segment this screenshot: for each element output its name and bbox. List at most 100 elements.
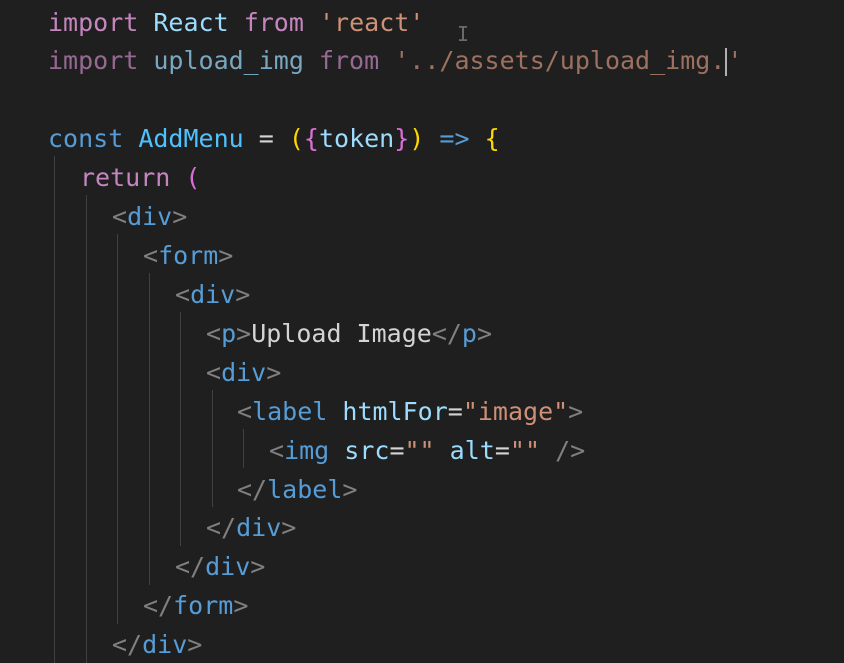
code-line[interactable]: <div> [175, 275, 250, 314]
code-token: div [127, 202, 173, 231]
code-token: > [236, 319, 252, 348]
code-token: token [318, 124, 395, 153]
indent-guide [117, 234, 118, 624]
code-token: import [48, 46, 139, 75]
code-token: "" [509, 436, 540, 465]
code-token: from [318, 46, 380, 75]
code-token: upload_img [153, 46, 304, 75]
code-token: > [250, 552, 266, 581]
code-line[interactable]: </div> [175, 547, 265, 586]
code-token: < [112, 202, 128, 231]
code-token: < [143, 241, 159, 270]
code-token: > [218, 241, 234, 270]
code-token: </ [175, 552, 206, 581]
code-line[interactable]: <form> [143, 236, 233, 275]
code-token: div [205, 552, 251, 581]
indent-guide [243, 429, 244, 468]
code-token: form [173, 591, 234, 620]
code-token: '../assets/upload_img. [394, 46, 726, 75]
code-line[interactable]: <div> [112, 197, 187, 236]
code-token: < [206, 358, 222, 387]
code-token: p [461, 319, 477, 348]
code-token: </ [143, 591, 174, 620]
code-line[interactable]: <div> [206, 353, 281, 392]
code-line[interactable]: </form> [143, 586, 248, 625]
code-token: < [269, 436, 285, 465]
code-line[interactable]: <p>Upload Image</p> [206, 314, 492, 353]
code-token: > [266, 358, 282, 387]
code-token: ( [288, 124, 304, 153]
code-line[interactable]: import upload_img from '../assets/upload… [48, 41, 742, 80]
code-token: > [172, 202, 188, 231]
code-line[interactable]: </div> [112, 625, 202, 663]
code-token: return [80, 163, 171, 192]
code-token: = [243, 124, 289, 153]
code-token: { [303, 124, 319, 153]
code-token: div [221, 358, 267, 387]
indent-guide [212, 390, 213, 507]
code-token: htmlFor [342, 397, 448, 426]
code-token: React [153, 8, 229, 37]
code-token: alt [449, 436, 495, 465]
code-token: = [447, 397, 463, 426]
indent-guide [86, 195, 87, 663]
code-editor[interactable]: I import React from 'react' import upload… [0, 0, 844, 663]
code-token: > [187, 630, 203, 659]
code-line[interactable]: </div> [206, 508, 296, 547]
code-token: => [439, 124, 470, 153]
code-token: ' [727, 46, 743, 75]
code-line[interactable]: <label htmlFor="image"> [237, 392, 583, 431]
code-token: > [235, 280, 251, 309]
code-token: img [284, 436, 330, 465]
code-token: < [206, 319, 222, 348]
code-token: import [48, 8, 139, 37]
code-token: ( [185, 163, 201, 192]
code-token: > [233, 591, 249, 620]
code-token: div [142, 630, 188, 659]
code-token: from [243, 8, 304, 37]
code-token: < [237, 397, 253, 426]
code-token: /> [555, 436, 586, 465]
code-line[interactable]: import React from 'react' [48, 3, 424, 42]
code-token: = [389, 436, 405, 465]
code-token: p [221, 319, 237, 348]
code-token: < [175, 280, 191, 309]
code-line[interactable]: return ( [80, 158, 200, 197]
code-token: = [494, 436, 510, 465]
indent-guide [54, 156, 55, 663]
code-token: const [48, 124, 124, 153]
indent-guide [180, 312, 181, 546]
code-line[interactable]: <img src="" alt="" /> [269, 431, 585, 470]
code-line[interactable]: const AddMenu = ({token}) => { [48, 119, 500, 158]
code-token: </ [431, 319, 462, 348]
indent-guide [149, 273, 150, 585]
code-token: div [190, 280, 236, 309]
code-token: "image" [462, 397, 569, 426]
code-token: "" [404, 436, 435, 465]
code-token: AddMenu [138, 124, 244, 153]
code-line[interactable]: </label> [237, 470, 357, 509]
code-token: src [344, 436, 390, 465]
code-token: </ [206, 513, 237, 542]
code-token: > [281, 513, 297, 542]
code-token: > [342, 475, 358, 504]
code-token: label [267, 475, 343, 504]
code-token: > [568, 397, 584, 426]
code-token: </ [112, 630, 143, 659]
code-token: > [476, 319, 493, 348]
code-token: { [484, 124, 500, 153]
code-token: </ [237, 475, 268, 504]
code-token: } [394, 124, 410, 153]
code-token: div [236, 513, 282, 542]
